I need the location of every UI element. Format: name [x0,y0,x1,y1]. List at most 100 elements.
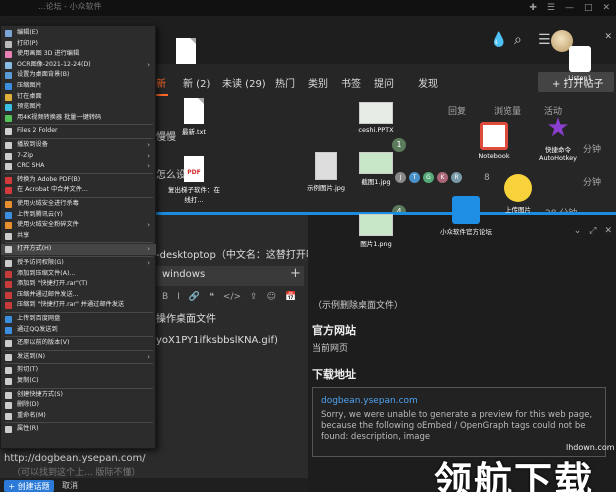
extension-icon[interactable]: ✚ [529,3,537,13]
date-icon[interactable]: 📅 [285,292,296,306]
desktop-icon-png[interactable]: 图片1.png [348,214,404,248]
avatar[interactable]: K [437,172,448,183]
tab-ask[interactable]: 提问 [374,75,394,90]
code-icon[interactable]: </> [223,292,241,306]
desktop-icon-upload[interactable]: 上传图片 [490,174,546,214]
upload-icon[interactable]: ⇪ [250,292,258,306]
context-menu-item[interactable]: 压缩到 "快捷打开.rar" 并通过邮件发送 [1,300,156,311]
menu-icon[interactable]: ☰ [538,32,551,48]
cancel-button[interactable]: 取消 [62,480,78,491]
desktop-icon-pdf[interactable]: PDF 复出梯子软件：在线打... [166,156,222,204]
close-icon[interactable]: ✕ [602,3,610,13]
add-tag-button[interactable]: + [290,266,304,286]
tab-categories[interactable]: 类别 [308,75,328,90]
context-menu-item[interactable]: 删除(D) [1,400,156,411]
onebox-title[interactable]: dogbean.ysepan.com [321,396,597,406]
notebook-icon [480,122,508,150]
context-menu-item[interactable]: 在 Acrobat 中合并文件... [1,185,156,196]
context-menu-item[interactable]: 复制(C) [1,376,156,387]
context-menu-item[interactable]: 发送到(N) › [1,352,156,363]
minimize-icon[interactable]: — [565,3,574,13]
tab-hot[interactable]: 热门 [275,75,295,90]
bold-icon[interactable]: B [162,292,168,306]
context-menu-item[interactable]: 7-Zip › [1,151,156,162]
settings-icon[interactable]: ☰ [547,3,555,13]
context-menu-item[interactable]: 预览图片 [1,102,156,113]
context-menu-item[interactable]: 通过QQ发送到 [1,325,156,336]
collapse-icon[interactable]: ⌄ [574,226,582,236]
desktop-icon-pptx[interactable]: ceshi.PPTX [348,102,404,134]
context-menu-item[interactable]: 属性(R) [1,424,156,435]
desktop-icon-txt[interactable]: 最新.txt [166,98,222,136]
context-menu-item[interactable]: 授予访问权限(G) › [1,258,156,269]
maximize-icon[interactable]: □ [584,3,593,13]
context-menu-item[interactable]: 编辑(E) [1,28,156,39]
avatar[interactable]: G [423,172,434,183]
menu-item-icon [5,291,12,299]
menu-item-icon [5,378,12,385]
menu-item-label: 钉在桌面 [17,92,42,100]
avatar[interactable]: R [451,172,462,183]
create-topic-button[interactable]: + 创建话题 [4,480,54,492]
desktop-icon-forum[interactable]: 小众软件官方论坛 [438,196,494,236]
context-menu-item[interactable]: 上传到腾讯云(Y) [1,210,156,221]
quote-icon[interactable]: ❝ [209,292,214,306]
context-menu-item[interactable]: 压缩并通过邮件发送... [1,290,156,301]
tab-new[interactable]: 新 (2) [183,75,210,90]
desktop-icon-autohotkey[interactable]: ★ 快捷命令 AutoHotkey [530,114,586,162]
tab-discover[interactable]: 发现 [418,75,438,90]
context-menu-item[interactable]: 共享 [1,231,156,242]
menu-item-icon [5,93,12,101]
menu-item-label: 创建快捷方式(S) [17,390,63,398]
desktop-icon-notebook[interactable]: Notebook [466,122,522,160]
menu-item-label: 使用火绒安全粉碎文件 [17,221,79,229]
editor-textarea[interactable]: 操作桌面文件 yoX1PY1ifksbbslKNA.gif) [156,310,306,460]
tab-bookmarks[interactable]: 书签 [341,75,361,90]
desktop-icon-listen1[interactable]: Listen1 [552,46,608,82]
context-menu-item[interactable]: 打开方式(H) › [1,244,156,255]
menu-item-label: 复制(C) [17,377,39,384]
context-menu-item[interactable]: CRC SHA › [1,161,156,172]
context-menu-item[interactable]: 设置为桌面背景(B) [1,70,156,81]
droplet-icon[interactable]: 💧 [490,32,507,48]
menu-separator [5,387,153,389]
category-select[interactable]: windows [156,266,304,286]
desktop-icon-blank[interactable] [158,38,214,66]
search-icon[interactable]: ⌕ [514,32,522,48]
context-menu-item[interactable]: 还原以前的版本(V) [1,338,156,349]
context-menu-item[interactable]: 上传到百度网盘 [1,314,156,325]
onebox-card[interactable]: dogbean.ysepan.com Sorry, we were unable… [312,387,606,457]
avatar[interactable]: T [409,172,420,183]
context-menu-item[interactable]: 创建快捷方式(S) [1,390,156,401]
context-menu-item[interactable]: 播放到设备 › [1,140,156,151]
menu-item-label: 打印(P) [17,39,38,47]
context-menu-item[interactable]: Files 2 Folder [1,126,156,137]
context-menu-item[interactable]: 使用画图 3D 进行编辑 [1,49,156,60]
desktop-icon-photo[interactable]: 示例图片.jpg [298,152,354,192]
context-menu-item[interactable]: 用4K视频转换器 批量一键转码 [1,113,156,124]
context-menu-item[interactable]: 转换为 Adobe PDF(B) [1,175,156,186]
context-menu-item[interactable]: OCR图像-2021-12-24(D) › [1,60,156,71]
context-menu-item[interactable]: 添加到压缩文件(A)... [1,269,156,280]
desktop-icon-label: 上传图片 [505,206,531,214]
context-menu-item[interactable]: 添加到 "快捷打开.rar"(T) [1,279,156,290]
menu-item-icon [5,61,12,69]
desktop-icon-image[interactable]: 截图1.jpg [348,152,404,186]
context-menu-item[interactable]: 使用火绒安全进行杀毒 [1,199,156,210]
link-icon[interactable]: 🔗 [189,292,200,306]
context-menu-item[interactable]: 使用火绒安全粉碎文件 › [1,220,156,231]
context-menu-item[interactable]: 压缩图片 [1,81,156,92]
col-replies[interactable]: 回复 [448,104,466,117]
italic-icon[interactable]: I [177,292,180,306]
pin-icon[interactable]: ✕ [604,32,612,42]
tab-unread[interactable]: 未读 (29) [222,75,266,90]
context-menu-item[interactable]: 重命名(M) [1,411,156,422]
context-menu-item[interactable]: 打印(P) [1,39,156,50]
context-menu-item[interactable]: 剪切(T) [1,365,156,376]
context-menu-item[interactable]: 钉在桌面 [1,92,156,103]
col-views[interactable]: 浏览量 [494,104,521,117]
expand-icon[interactable]: ⤢ [589,226,596,236]
emoji-icon[interactable]: ☺ [267,292,276,306]
close-icon[interactable]: ✕ [604,226,612,236]
official-site-link[interactable]: 当前网页 [312,341,348,354]
